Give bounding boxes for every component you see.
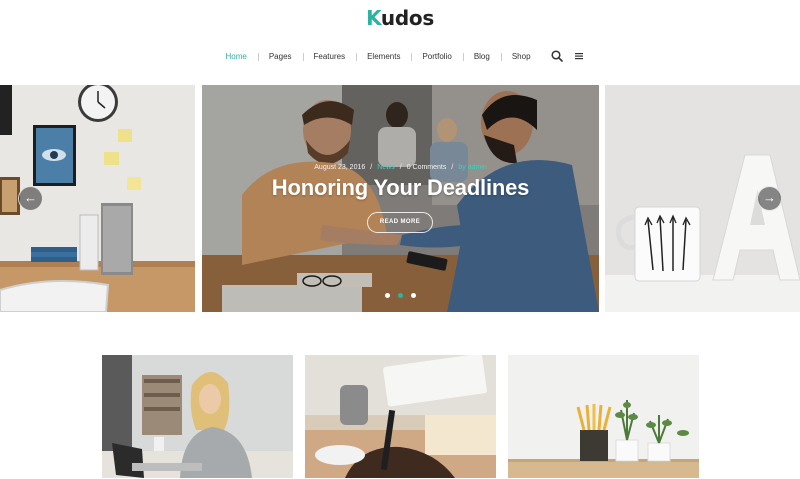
slider-pagination — [202, 293, 599, 298]
nav-item-features[interactable]: Features — [302, 52, 357, 61]
nav-item-blog[interactable]: Blog — [462, 52, 501, 61]
post-comments[interactable]: 0 Comments — [407, 164, 447, 171]
hand-writing-image — [305, 355, 496, 478]
slider-dot[interactable] — [385, 293, 390, 298]
post-author[interactable]: by admin — [458, 164, 486, 171]
nav-item-elements[interactable]: Elements — [356, 52, 411, 61]
nav-item-portfolio[interactable]: Portfolio — [411, 52, 462, 61]
menu-icon[interactable] — [572, 49, 586, 63]
slide-title[interactable]: Honoring Your Deadlines — [202, 175, 599, 201]
slide-active[interactable]: August 23, 2016/News/0 Comments / by admin… — [202, 85, 599, 312]
slider-prev-button[interactable]: ← — [18, 186, 43, 211]
arrow-left-icon: ← — [24, 190, 37, 205]
post-date: August 23, 2016 — [314, 164, 366, 171]
post-card-image[interactable] — [305, 355, 496, 478]
pencils-and-plants-image — [508, 355, 699, 478]
main-nav: Home Pages Features Elements Portfolio B… — [0, 49, 800, 63]
nav-item-pages[interactable]: Pages — [257, 52, 303, 61]
read-more-button[interactable]: READ MORE — [367, 212, 433, 233]
arrow-right-icon: → — [763, 190, 776, 205]
logo[interactable]: Kudos — [0, 6, 800, 30]
post-category[interactable]: News — [377, 164, 395, 171]
slider-dot[interactable] — [411, 293, 416, 298]
woman-laughing-image — [102, 355, 293, 478]
post-card-image[interactable] — [102, 355, 293, 478]
nav-item-home[interactable]: Home — [214, 52, 257, 61]
hero-slider: August 23, 2016/News/0 Comments / by admin… — [0, 85, 800, 312]
search-icon[interactable] — [550, 49, 564, 63]
slider-next-button[interactable]: → — [757, 186, 782, 211]
nav-item-shop[interactable]: Shop — [500, 52, 542, 61]
post-meta: August 23, 2016/News/0 Comments / by admin — [314, 164, 487, 171]
post-card-image[interactable] — [508, 355, 699, 478]
slider-dot-active[interactable] — [398, 293, 403, 298]
